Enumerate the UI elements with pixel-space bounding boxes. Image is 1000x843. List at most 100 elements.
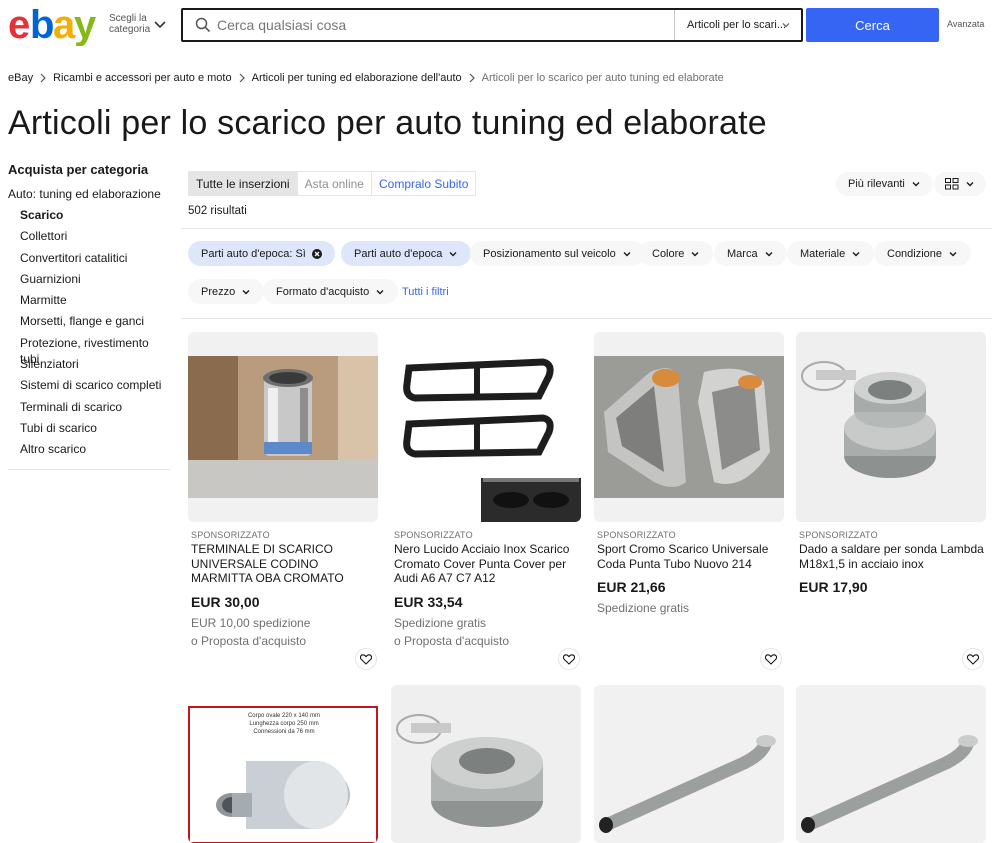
logo-letter-b: b <box>30 6 53 46</box>
product-card[interactable]: SPONSORIZZATO Dado a saldare per sonda L… <box>796 332 988 595</box>
sponsored-label: SPONSORIZZATO <box>394 530 473 540</box>
tab-buy-it-now[interactable]: Compralo Subito <box>372 172 475 195</box>
muffler-spec-text: Connessioni da 76 mm <box>253 729 314 735</box>
sort-button[interactable]: Più rilevanti <box>836 172 933 196</box>
chevron-down-icon <box>242 289 250 294</box>
ebay-logo[interactable]: e b a y <box>8 3 104 47</box>
heart-icon <box>967 653 979 665</box>
watchlist-heart-button[interactable] <box>760 648 782 670</box>
product-image[interactable] <box>594 685 784 843</box>
filter-pill-vintage[interactable]: Parti auto d'epoca <box>341 241 472 266</box>
product-title[interactable]: Sport Cromo Scarico Universale Coda Punt… <box>597 542 783 571</box>
product-title[interactable]: Nero Lucido Acciaio Inox Scarico Cromato… <box>394 542 580 586</box>
filter-pill-price[interactable]: Prezzo <box>188 279 265 304</box>
chevron-down-icon[interactable] <box>153 17 167 31</box>
sidebar-item-sistemi[interactable]: Sistemi di scarico completi <box>20 377 170 398</box>
watchlist-heart-button[interactable] <box>962 648 984 670</box>
sidebar-item-terminali[interactable]: Terminali di scarico <box>20 399 170 420</box>
sidebar-item-scarico[interactable]: Scarico <box>20 207 170 228</box>
filter-pill-buying-format[interactable]: Formato d'acquisto <box>263 279 399 304</box>
search-button[interactable]: Cerca <box>806 8 939 42</box>
product-image[interactable] <box>391 685 581 843</box>
grid-view-icon <box>945 178 959 190</box>
clear-filter-icon[interactable] <box>311 248 322 259</box>
category-select[interactable]: Articoli per lo scari... <box>674 10 801 40</box>
search-icon <box>195 17 211 33</box>
filter-label: Formato d'acquisto <box>276 285 370 298</box>
breadcrumb-item[interactable]: Articoli per tuning ed elaborazione dell… <box>252 72 462 84</box>
product-card[interactable] <box>594 685 786 843</box>
sidebar-item-altro[interactable]: Altro scarico <box>20 441 170 462</box>
breadcrumb-item[interactable]: eBay <box>8 72 33 84</box>
watchlist-heart-button[interactable] <box>355 648 377 670</box>
product-image[interactable] <box>188 332 378 522</box>
sidebar-item-marmitte[interactable]: Marmitte <box>20 292 170 313</box>
product-card[interactable]: SPONSORIZZATO Nero Lucido Acciaio Inox S… <box>391 332 583 648</box>
chevron-down-icon <box>852 251 860 256</box>
chevron-right-icon <box>40 73 46 83</box>
muffler-photo: Corpo ovale 220 x 140 mm Lunghezza corpo… <box>188 685 378 843</box>
watchlist-heart-button[interactable] <box>558 648 580 670</box>
product-price: EUR 17,90 <box>799 579 868 595</box>
product-card[interactable]: SPONSORIZZATO TERMINALE DI SCARICO UNIVE… <box>188 332 380 648</box>
filter-pill-vintage-yes[interactable]: Parti auto d'epoca: Sì <box>188 241 335 266</box>
sponsored-label: SPONSORIZZATO <box>597 530 676 540</box>
filter-label: Colore <box>652 247 685 260</box>
product-image[interactable]: Corpo ovale 220 x 140 mm Lunghezza corpo… <box>188 685 378 843</box>
page-title: Articoli per lo scarico per auto tuning … <box>8 104 767 142</box>
product-shipping: Spedizione gratis <box>394 616 487 630</box>
sidebar-item-guarnizioni[interactable]: Guarnizioni <box>20 271 170 292</box>
product-title[interactable]: Dado a saldare per sonda Lambda M18x1,5 … <box>799 542 985 571</box>
advanced-search-link[interactable]: Avanzata <box>947 19 984 29</box>
product-card[interactable] <box>796 685 988 843</box>
chevron-down-icon <box>966 182 974 187</box>
filter-label: Parti auto d'epoca: Sì <box>201 247 306 260</box>
product-shipping: EUR 10,00 spedizione <box>191 616 311 630</box>
sidebar-parent-category[interactable]: Auto: tuning ed elaborazione <box>8 187 170 201</box>
filter-pill-position[interactable]: Posizionamento sul veicolo <box>470 241 645 266</box>
product-image[interactable] <box>391 332 581 522</box>
exhaust-pipe-photo <box>796 685 986 843</box>
sponsored-label: SPONSORIZZATO <box>191 530 270 540</box>
listing-format-tabs: Tutte le inserzioni Asta online Compralo… <box>188 171 477 196</box>
filter-pill-material[interactable]: Materiale <box>787 241 875 266</box>
product-image[interactable] <box>796 685 986 843</box>
breadcrumb-item[interactable]: Ricambi e accessori per auto e moto <box>53 72 232 84</box>
product-image[interactable] <box>594 332 784 522</box>
tab-all-listings[interactable]: Tutte le inserzioni <box>189 172 298 195</box>
sidebar-item-morsetti[interactable]: Morsetti, flange e ganci <box>20 313 170 334</box>
sidebar-item-protezione[interactable]: Protezione, rivestimento tubi <box>20 335 170 366</box>
search-input[interactable] <box>217 11 672 39</box>
product-card[interactable] <box>391 685 583 843</box>
tab-auction[interactable]: Asta online <box>298 172 372 195</box>
sidebar-item-collettori[interactable]: Collettori <box>20 228 170 249</box>
divider <box>8 468 170 470</box>
shop-by-category-button[interactable]: Scegli la categoria <box>109 13 153 35</box>
product-image[interactable] <box>796 332 986 522</box>
exhaust-pipe-photo <box>594 685 784 843</box>
filter-pill-condition[interactable]: Condizione <box>874 241 972 266</box>
product-card[interactable]: SPONSORIZZATO Sport Cromo Scarico Univer… <box>594 332 786 615</box>
product-card[interactable]: Corpo ovale 220 x 140 mm Lunghezza corpo… <box>188 685 380 843</box>
sort-label: Più rilevanti <box>848 178 905 190</box>
heart-icon <box>765 653 777 665</box>
breadcrumb-current: Articoli per lo scarico per auto tuning … <box>481 72 724 84</box>
view-toggle-button[interactable] <box>934 172 986 196</box>
filter-pill-color[interactable]: Colore <box>639 241 714 266</box>
chevron-down-icon <box>449 251 457 256</box>
filter-pill-brand[interactable]: Marca <box>714 241 787 266</box>
divider <box>182 318 992 319</box>
chevron-down-icon <box>782 23 790 28</box>
sidebar-item-convertitori[interactable]: Convertitori catalitici <box>20 250 170 271</box>
sidebar-item-tubi[interactable]: Tubi di scarico <box>20 420 170 441</box>
category-sidebar: Acquista per categoria Auto: tuning ed e… <box>8 162 170 470</box>
product-title[interactable]: TERMINALE DI SCARICO UNIVERSALE CODINO M… <box>191 542 377 586</box>
chevron-down-icon <box>949 251 957 256</box>
lambda-nut-photo <box>796 332 986 522</box>
weld-nut-photo <box>391 685 581 843</box>
category-select-value: Articoli per lo scari... <box>687 19 787 31</box>
product-price: EUR 33,54 <box>394 594 463 610</box>
all-filters-link[interactable]: Tutti i filtri <box>402 286 449 298</box>
logo-letter-e: e <box>8 6 29 46</box>
sidebar-item-silenziatori[interactable]: Silenziatori <box>20 356 170 377</box>
